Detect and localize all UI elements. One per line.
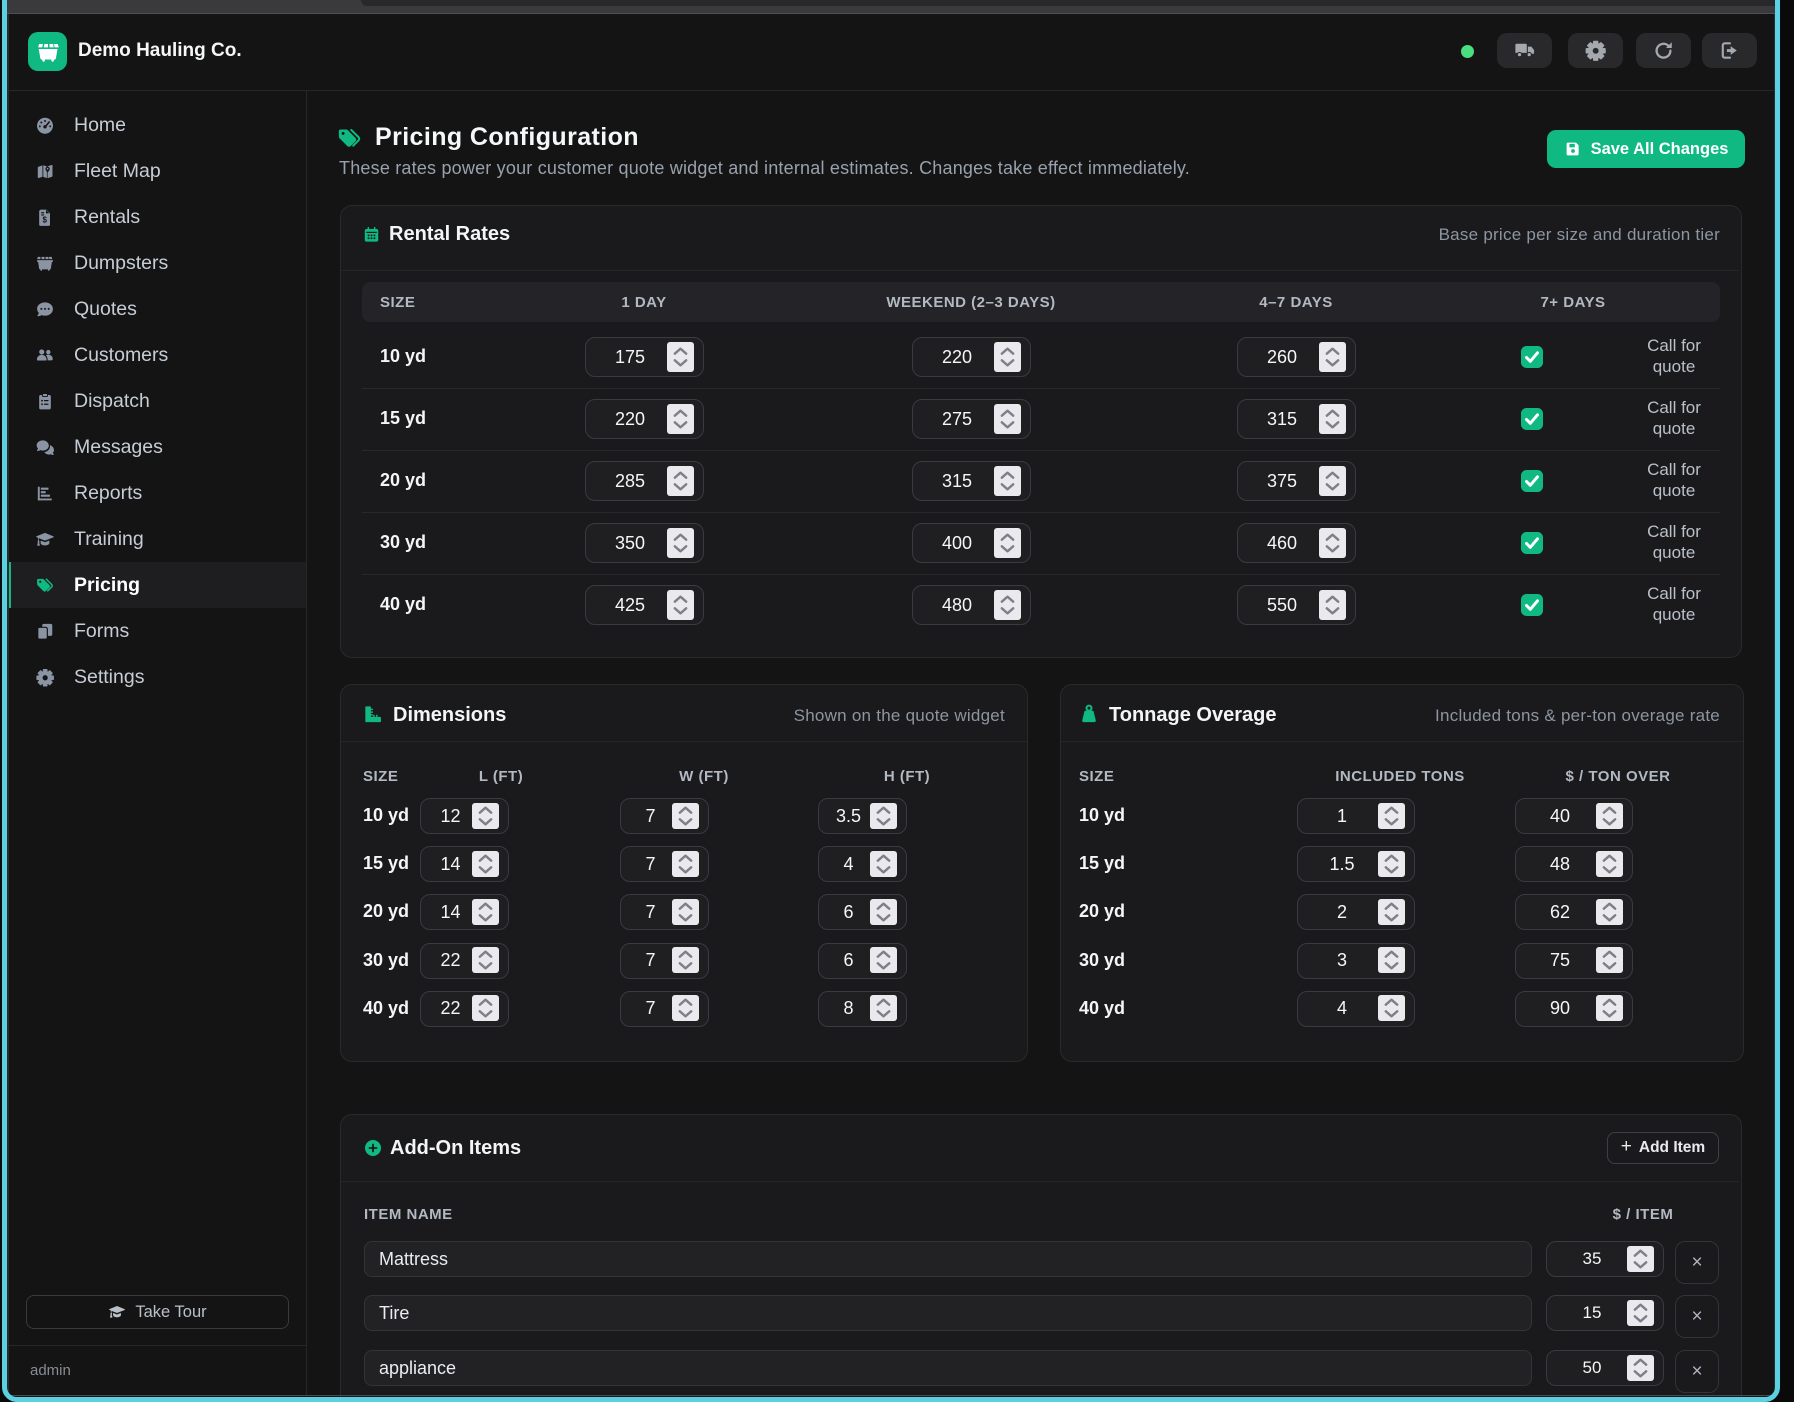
svg-text:$: $ bbox=[42, 215, 47, 224]
